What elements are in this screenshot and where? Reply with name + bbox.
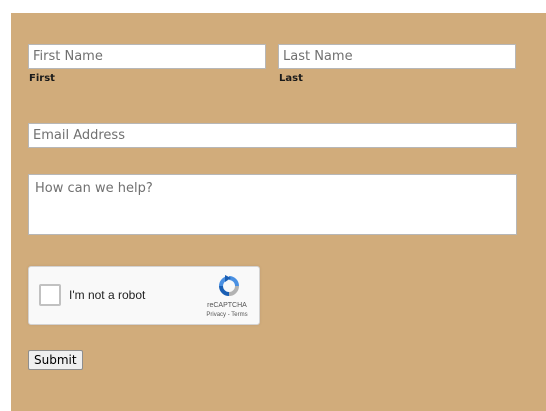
first-name-sublabel: First bbox=[29, 73, 55, 84]
recaptcha-brand-text: reCAPTCHA bbox=[207, 302, 247, 309]
last-name-input[interactable] bbox=[278, 44, 516, 69]
message-textarea[interactable] bbox=[28, 174, 517, 235]
contact-form: First Last I'm not a robot reCAPTCHA Pri… bbox=[11, 13, 546, 411]
recaptcha-privacy-terms-links[interactable]: Privacy - Terms bbox=[195, 312, 259, 318]
recaptcha-widget: I'm not a robot reCAPTCHA Privacy - Term… bbox=[28, 266, 260, 325]
recaptcha-checkbox-label: I'm not a robot bbox=[69, 288, 146, 302]
first-name-input[interactable] bbox=[28, 44, 266, 69]
email-input[interactable] bbox=[28, 123, 517, 148]
last-name-sublabel: Last bbox=[279, 73, 303, 84]
submit-button[interactable]: Submit bbox=[28, 350, 83, 370]
recaptcha-checkbox[interactable] bbox=[39, 284, 61, 306]
recaptcha-logo-icon bbox=[219, 275, 239, 296]
